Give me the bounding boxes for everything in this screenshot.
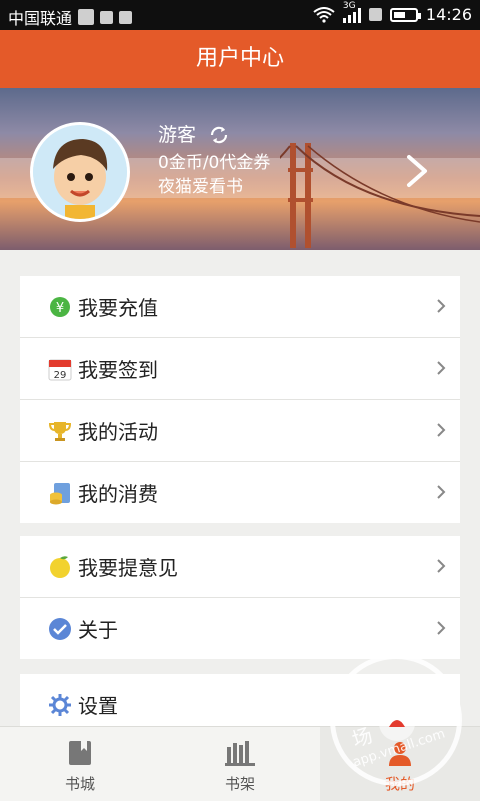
gear-icon <box>48 693 72 717</box>
yuan-coin-icon: ¥ <box>48 295 72 319</box>
menu-item-feedback[interactable]: 我要提意见 <box>20 536 460 598</box>
chevron-right-icon[interactable] <box>404 154 430 188</box>
wifi-icon <box>313 6 335 23</box>
chevron-right-icon <box>437 621 446 635</box>
menu-item-recharge[interactable]: ¥ 我要充值 <box>20 276 460 338</box>
status-bar: 中国联通 3G 14:26 <box>0 0 480 30</box>
notification-image-icon <box>78 9 95 25</box>
menu-item-label: 我要提意见 <box>78 556 178 580</box>
avatar[interactable] <box>30 122 130 222</box>
tab-bookshelf[interactable]: 书架 <box>160 727 320 801</box>
chevron-right-icon <box>437 559 446 573</box>
menu-item-label: 设置 <box>78 694 118 718</box>
network-type-label: 3G <box>342 0 356 11</box>
battery-icon <box>389 7 421 22</box>
menu-item-label: 我要充值 <box>78 296 158 320</box>
bookshelf-icon <box>225 741 255 766</box>
menu-group-feedback: 我要提意见 关于 <box>20 536 460 659</box>
chevron-right-icon <box>437 299 446 313</box>
tab-label: 书架 <box>224 775 255 793</box>
notification-picture-icon <box>119 10 133 24</box>
notification-warning-icon <box>100 10 114 24</box>
svg-text:¥: ¥ <box>56 301 64 316</box>
menu-item-label: 关于 <box>78 618 118 642</box>
check-circle-icon <box>48 617 72 641</box>
menu-item-label: 我的活动 <box>78 420 158 444</box>
bridge-illustration <box>280 143 480 248</box>
user-balance: 0金币/0代金券 <box>158 153 271 173</box>
page-title: 用户中心 <box>0 30 480 88</box>
chevron-right-icon <box>437 485 446 499</box>
carrier-label: 中国联通 <box>8 9 73 28</box>
battery-level-fill <box>393 11 405 18</box>
tab-label: 书城 <box>64 775 95 793</box>
user-name: 游客 <box>158 124 197 146</box>
trophy-icon <box>48 419 72 443</box>
user-slogan: 夜猫爱看书 <box>158 177 243 197</box>
wallet-coins-icon <box>48 481 72 505</box>
menu-item-checkin[interactable]: 29 我要签到 <box>20 338 460 400</box>
refresh-icon[interactable] <box>208 124 230 146</box>
tab-bookstore[interactable]: 书城 <box>0 727 160 801</box>
menu-item-activities[interactable]: 我的活动 <box>20 400 460 462</box>
boy-avatar-icon <box>33 125 127 219</box>
svg-text:29: 29 <box>54 370 67 381</box>
clock: 14:26 <box>425 5 472 24</box>
lemon-icon <box>48 555 72 579</box>
menu-group-account: ¥ 我要充值 29 我要签到 我的活动 我的消费 <box>20 276 460 523</box>
menu-item-label: 我的消费 <box>78 482 158 506</box>
chevron-right-icon <box>437 423 446 437</box>
sim-icon <box>368 8 382 21</box>
app-store-watermark: 华为应用市场 app.vmall.com <box>330 654 462 786</box>
menu-item-label: 我要签到 <box>78 358 158 382</box>
menu-item-about[interactable]: 关于 <box>20 598 460 659</box>
bookmark-book-icon <box>69 741 91 765</box>
chevron-right-icon <box>437 361 446 375</box>
menu-item-spending[interactable]: 我的消费 <box>20 462 460 523</box>
calendar-icon: 29 <box>48 357 72 381</box>
